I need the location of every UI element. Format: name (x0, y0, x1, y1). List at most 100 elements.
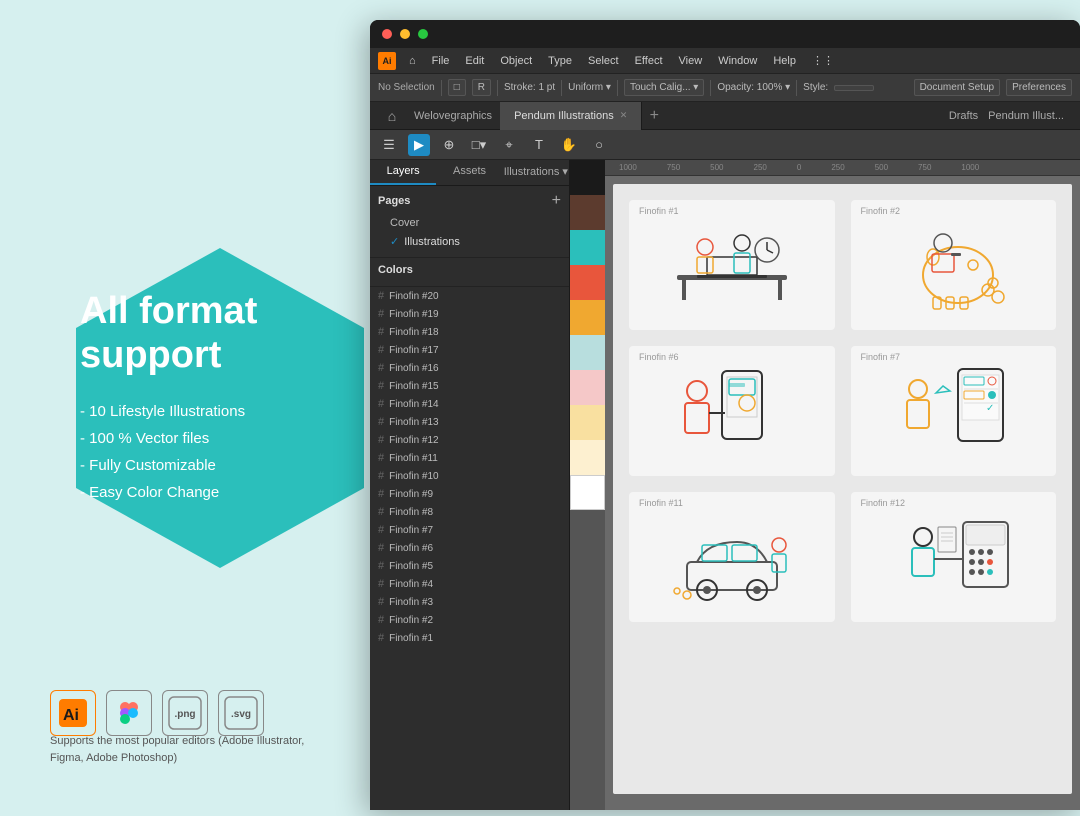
menu-object[interactable]: Object (493, 53, 539, 69)
menu-select[interactable]: Select (581, 53, 626, 69)
layer-20[interactable]: # Finofin #20 (370, 287, 569, 305)
menu-file[interactable]: File (425, 53, 457, 69)
swatch-lightpink[interactable] (570, 370, 605, 405)
maximize-dot[interactable] (418, 29, 428, 39)
tab-bar: ⌂ Welovegraphics Pendum Illustrations ✕ … (370, 102, 1080, 130)
toolbar-sep-4 (617, 80, 618, 96)
layer-1[interactable]: # Finofin #1 (370, 629, 569, 647)
illus-cell-2: Finofin #2 (851, 200, 1057, 330)
style-selector[interactable] (834, 85, 874, 91)
page-illustrations[interactable]: ✓ Illustrations (378, 232, 561, 251)
swatch-lightblue[interactable] (570, 335, 605, 370)
pen-tool-icon[interactable]: ⌖ (498, 134, 520, 156)
layer-14[interactable]: # Finofin #14 (370, 395, 569, 413)
layer-12[interactable]: # Finofin #12 (370, 431, 569, 449)
swatch-black[interactable] (570, 160, 605, 195)
menu-type[interactable]: Type (541, 53, 579, 69)
layer-16[interactable]: # Finofin #16 (370, 359, 569, 377)
close-dot[interactable] (382, 29, 392, 39)
hamburger-icon[interactable]: ☰ (378, 134, 400, 156)
menu-window[interactable]: Window (711, 53, 764, 69)
pages-add-btn[interactable]: + (552, 192, 561, 210)
swatch-white[interactable] (570, 475, 605, 510)
colors-section: Colors (370, 258, 569, 287)
layer-6[interactable]: # Finofin #6 (370, 539, 569, 557)
layer-3[interactable]: # Finofin #3 (370, 593, 569, 611)
minimize-dot[interactable] (400, 29, 410, 39)
feature-list: - 10 Lifestyle Illustrations - 100 % Vec… (80, 398, 257, 506)
illus-label-7: Finofin #7 (861, 352, 901, 362)
layer-8[interactable]: # Finofin #8 (370, 503, 569, 521)
new-tab-btn[interactable]: + (642, 104, 666, 128)
shape-tool-icon[interactable]: □▾ (468, 134, 490, 156)
drafts-link[interactable]: Drafts (949, 110, 978, 122)
layer-10[interactable]: # Finofin #10 (370, 467, 569, 485)
illus-cell-1: Finofin #1 (629, 200, 835, 330)
layer-5[interactable]: # Finofin #5 (370, 557, 569, 575)
stroke-box[interactable]: □ (448, 79, 466, 96)
swatch-brown[interactable] (570, 195, 605, 230)
ai-icon: Ai (50, 690, 96, 736)
layer-15[interactable]: # Finofin #15 (370, 377, 569, 395)
illustrations-label: Illustrations (404, 236, 460, 248)
layer-19[interactable]: # Finofin #19 (370, 305, 569, 323)
layer-2[interactable]: # Finofin #2 (370, 611, 569, 629)
menu-view[interactable]: View (672, 53, 710, 69)
illus-label-6: Finofin #6 (639, 352, 679, 362)
swatch-lightyellow[interactable] (570, 405, 605, 440)
left-content: All format support - 10 Lifestyle Illust… (50, 290, 257, 525)
feature-item-2: - 100 % Vector files (80, 425, 257, 452)
crosshair-tool-icon[interactable]: ⊕ (438, 134, 460, 156)
uniform-label: Uniform ▾ (568, 82, 611, 93)
tab-home-icon[interactable]: ⌂ (378, 102, 406, 130)
document-setup-btn[interactable]: Document Setup (914, 79, 1001, 96)
figma-icon (106, 690, 152, 736)
workspace: Layers Assets Illustrations ▾ Pages + Co… (370, 160, 1080, 810)
feature-item-1: - 10 Lifestyle Illustrations (80, 398, 257, 425)
text-tool-icon[interactable]: T (528, 134, 550, 156)
layer-17[interactable]: # Finofin #17 (370, 341, 569, 359)
fill-box[interactable]: R (472, 79, 491, 96)
swatch-red[interactable] (570, 265, 605, 300)
feature-item-3: - Fully Customizable (80, 452, 257, 479)
page-cover[interactable]: Cover (378, 214, 561, 232)
brush-selector[interactable]: Touch Calig... ▾ (624, 79, 704, 96)
menu-home[interactable]: ⌂ (402, 53, 423, 69)
illus-cell-11: Finofin #11 (629, 492, 835, 622)
select-tool-icon[interactable]: ▶ (408, 134, 430, 156)
svg-text:.png: .png (174, 709, 195, 720)
circle-tool-icon[interactable]: ○ (588, 134, 610, 156)
illus-cell-7: Finofin #7 (851, 346, 1057, 476)
menu-effect[interactable]: Effect (628, 53, 670, 69)
layer-11[interactable]: # Finofin #11 (370, 449, 569, 467)
menu-help[interactable]: Help (766, 53, 803, 69)
menu-grid-icon[interactable]: ⋮⋮ (805, 52, 841, 69)
pages-header: Pages + (378, 192, 561, 210)
canvas-content: Finofin #1 (613, 184, 1072, 794)
layer-13[interactable]: # Finofin #13 (370, 413, 569, 431)
stroke-label: Stroke: 1 pt (504, 82, 555, 93)
hand-tool-icon[interactable]: ✋ (558, 134, 580, 156)
menu-edit[interactable]: Edit (458, 53, 491, 69)
document-tab[interactable]: Pendum Illustrations ✕ (500, 102, 642, 130)
illus-label-1: Finofin #1 (639, 206, 679, 216)
illustration-grid: Finofin #1 (629, 200, 1056, 622)
ruler-horizontal: 1000 750 500 250 0 250 500 750 1000 (605, 160, 1080, 176)
swatch-teal[interactable] (570, 230, 605, 265)
tab-assets[interactable]: Assets (436, 160, 502, 185)
layer-18[interactable]: # Finofin #18 (370, 323, 569, 341)
canvas-area: 1000 750 500 250 0 250 500 750 1000 Fino… (605, 160, 1080, 810)
toolbar-sep-3 (561, 80, 562, 96)
swatch-orange[interactable] (570, 300, 605, 335)
swatch-cream[interactable] (570, 440, 605, 475)
opacity-label: Opacity: 100% ▾ (717, 82, 790, 93)
preferences-btn[interactable]: Preferences (1006, 79, 1072, 96)
layer-9[interactable]: # Finofin #9 (370, 485, 569, 503)
illus-svg-6 (667, 361, 797, 461)
tab-illustrations[interactable]: Illustrations ▾ (503, 160, 569, 185)
tab-close-btn[interactable]: ✕ (620, 110, 628, 121)
layer-4[interactable]: # Finofin #4 (370, 575, 569, 593)
layer-7[interactable]: # Finofin #7 (370, 521, 569, 539)
tab-layers[interactable]: Layers (370, 160, 436, 185)
file-name-header: Pendum Illust... (988, 110, 1064, 122)
